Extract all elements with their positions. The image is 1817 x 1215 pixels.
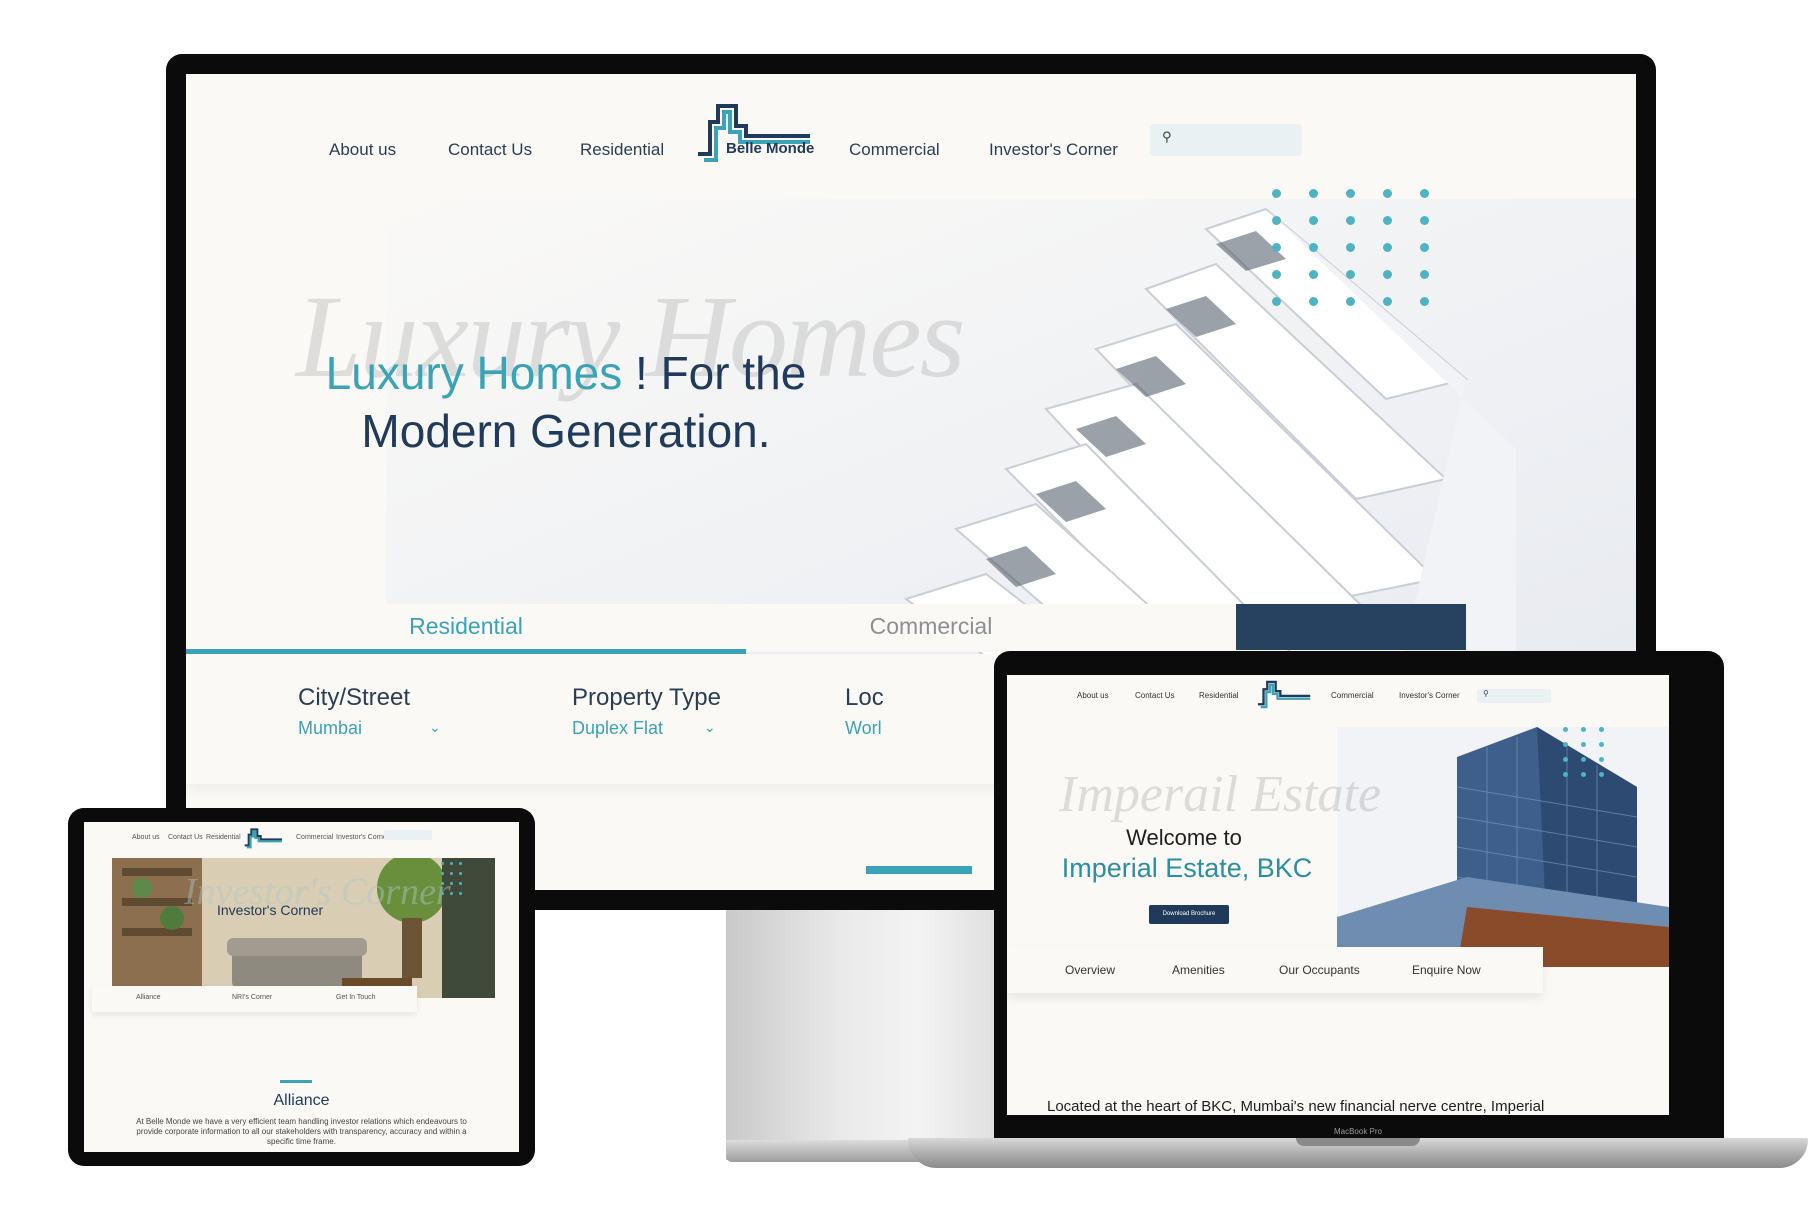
tablet-tab-nris-corner[interactable]: NRI's Corner — [232, 994, 272, 1001]
hero-title: Luxury Homes ! For the Modern Generation… — [266, 344, 866, 460]
laptop-tab-amenities[interactable]: Amenities — [1172, 963, 1225, 977]
laptop-intro-paragraph: Located at the heart of BKC, Mumbai's ne… — [1047, 1098, 1545, 1115]
search-icon: ⚲ — [1162, 130, 1172, 145]
laptop-tab-our-occupants[interactable]: Our Occupants — [1279, 963, 1360, 977]
filter-value-city[interactable]: Mumbai — [298, 718, 362, 739]
tablet-search-input[interactable] — [384, 830, 432, 840]
laptop-tab-bar: Overview Amenities Our Occupants Enquire… — [1007, 947, 1543, 993]
tablet-section-divider — [280, 1080, 312, 1083]
laptop-hero-script-watermark: Imperail Estate — [1059, 766, 1382, 823]
tablet-section-heading: Alliance — [273, 1092, 330, 1109]
download-brochure-button[interactable]: Download Brochure — [1149, 905, 1229, 924]
laptop-hero-welcome: Welcome to — [1126, 825, 1242, 850]
filter-label-property-type: Property Type — [572, 684, 721, 711]
hero-title-accent: Luxury Homes — [325, 347, 623, 399]
decorative-dot-grid — [1272, 189, 1442, 314]
laptop-nav-investors-corner[interactable]: Investor's Corner — [1399, 691, 1460, 700]
tablet-nav-investors-corner[interactable]: Investor's Corner — [336, 834, 389, 841]
laptop-device: About us Contact Us Residential Commerci… — [994, 651, 1724, 1139]
logo-mark-icon — [1257, 680, 1311, 709]
laptop-nav-commercial[interactable]: Commercial — [1331, 691, 1374, 700]
hero-title-line1: ! For the — [622, 347, 807, 399]
tablet-hero-title: Investor's Corner — [217, 902, 324, 918]
nav-residential[interactable]: Residential — [580, 140, 664, 160]
filter-value-location[interactable]: Worl — [845, 718, 882, 739]
filter-label-location: Loc — [845, 684, 884, 711]
laptop-tab-enquire-now[interactable]: Enquire Now — [1412, 963, 1481, 977]
laptop-nav-about-us[interactable]: About us — [1077, 691, 1109, 700]
tablet-nav: About us Contact Us Residential Commerci… — [84, 822, 519, 854]
tablet-nav-about-us[interactable]: About us — [132, 834, 160, 841]
filter-label-city: City/Street — [298, 684, 411, 711]
desktop-nav: About us Contact Us Residential Belle Mo… — [186, 74, 1636, 184]
nav-investors-corner[interactable]: Investor's Corner — [989, 140, 1118, 160]
chevron-down-icon[interactable]: ⌄ — [429, 720, 441, 736]
tab-commercial[interactable]: Commercial — [746, 604, 1116, 652]
laptop-tab-overview[interactable]: Overview — [1065, 963, 1115, 977]
search-input[interactable]: ⚲ — [1150, 124, 1302, 156]
laptop-nav-residential[interactable]: Residential — [1199, 691, 1239, 700]
tablet-nav-residential[interactable]: Residential — [206, 834, 241, 841]
laptop-model-label: MacBook Pro — [1333, 1127, 1383, 1136]
belle-monde-logo[interactable]: Belle Monde — [696, 102, 816, 162]
search-icon: ⚲ — [1483, 689, 1489, 698]
chevron-down-icon[interactable]: ⌄ — [704, 720, 716, 736]
tablet-tab-bar: Alliance NRI's Corner Get In Touch — [92, 986, 417, 1012]
nav-commercial[interactable]: Commercial — [849, 140, 940, 160]
tablet-nav-commercial[interactable]: Commercial — [296, 834, 333, 841]
logo-mark-icon — [244, 828, 282, 849]
laptop-nav: About us Contact Us Residential Commerci… — [1007, 675, 1669, 721]
laptop-decorative-dots — [1563, 727, 1613, 787]
search-submit-button[interactable] — [1236, 604, 1466, 650]
nav-contact-us[interactable]: Contact Us — [448, 140, 532, 160]
tab-residential[interactable]: Residential — [186, 604, 746, 652]
laptop-nav-contact-us[interactable]: Contact Us — [1135, 691, 1175, 700]
laptop-screen: About us Contact Us Residential Commerci… — [1007, 675, 1669, 1115]
logo-wordmark: Belle Monde — [726, 140, 815, 157]
laptop-hero-glass-building-image — [1337, 727, 1669, 967]
tablet-screen: About us Contact Us Residential Commerci… — [84, 822, 519, 1152]
tablet-tab-alliance[interactable]: Alliance — [136, 994, 161, 1001]
tablet-logo[interactable] — [244, 826, 284, 850]
laptop-logo[interactable] — [1257, 679, 1313, 709]
laptop-hinge-notch — [1296, 1138, 1420, 1146]
tablet-section-body: At Belle Monde we have a very efficient … — [136, 1117, 467, 1146]
tablet-device: About us Contact Us Residential Commerci… — [68, 808, 535, 1166]
hero-title-line2: Modern Generation. — [361, 405, 771, 457]
tablet-tab-get-in-touch[interactable]: Get In Touch — [336, 994, 376, 1001]
laptop-hero-title: Imperial Estate, BKC — [1061, 853, 1313, 883]
tablet-nav-contact-us[interactable]: Contact Us — [168, 834, 203, 841]
filter-value-property-type[interactable]: Duplex Flat — [572, 718, 663, 739]
nav-about-us[interactable]: About us — [329, 140, 396, 160]
carousel-indicator[interactable] — [866, 866, 972, 874]
tablet-decorative-dots — [441, 862, 471, 912]
laptop-search-input[interactable]: ⚲ — [1477, 689, 1551, 703]
